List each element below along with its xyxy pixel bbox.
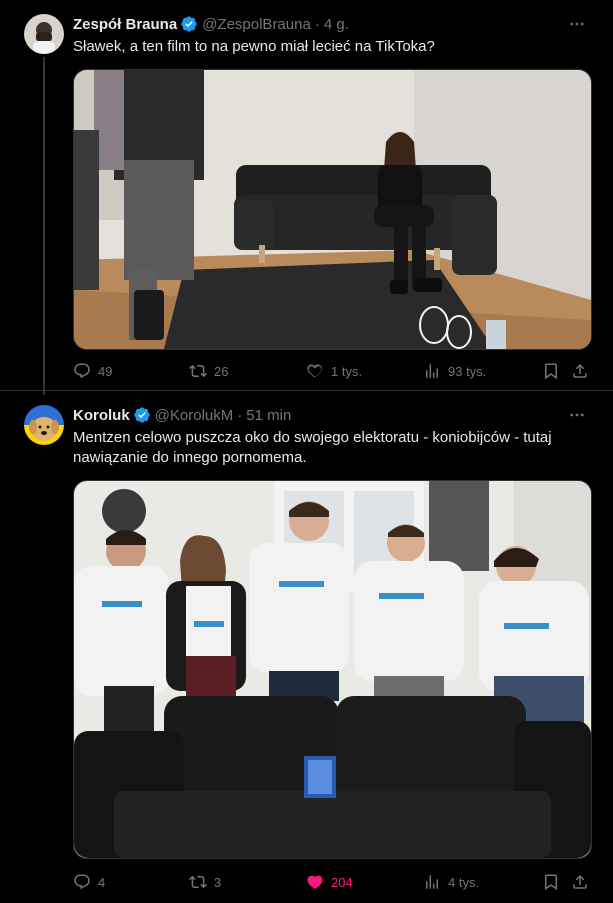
retweet-icon xyxy=(189,875,207,889)
more-options-icon[interactable] xyxy=(567,405,587,425)
like-button[interactable]: 204 xyxy=(306,872,353,892)
retweet-button[interactable]: 26 xyxy=(189,361,228,381)
avatar[interactable] xyxy=(24,405,64,445)
tweet-media-photo[interactable] xyxy=(73,480,592,859)
reply-icon xyxy=(74,874,90,890)
share-button[interactable] xyxy=(571,361,589,381)
verified-badge-icon xyxy=(181,16,197,32)
share-icon xyxy=(573,363,587,378)
like-button[interactable]: 1 tys. xyxy=(306,361,362,381)
reply-button[interactable]: 49 xyxy=(73,361,112,381)
like-count: 1 tys. xyxy=(331,363,363,379)
retweet-count: 26 xyxy=(214,363,229,379)
author-handle[interactable]: @ZespolBrauna xyxy=(202,16,311,33)
share-icon xyxy=(573,874,587,889)
views-button[interactable]: 93 tys. xyxy=(423,361,486,381)
views-count: 4 tys. xyxy=(448,874,480,890)
tweet-header: Zespół Brauna @ZespolBrauna · 4 g. xyxy=(73,14,349,34)
retweet-icon xyxy=(189,364,207,378)
tweet-timestamp[interactable]: 51 min xyxy=(246,407,291,424)
tweet[interactable]: Zespół Brauna @ZespolBrauna · 4 g. Sławe… xyxy=(0,0,613,390)
tweet-actions: 49 26 1 tys. 93 tys. xyxy=(73,361,593,381)
tweet-timestamp[interactable]: 4 g. xyxy=(324,16,349,33)
separator-dot: · xyxy=(237,406,243,424)
separator-dot: · xyxy=(314,15,320,33)
tweet-text: Mentzen celowo puszcza oko do swojego el… xyxy=(73,429,552,466)
tweet-media-photo[interactable] xyxy=(73,69,592,350)
author-name[interactable]: Koroluk xyxy=(73,407,130,424)
heart-filled-icon xyxy=(307,875,323,889)
reply-count: 4 xyxy=(98,874,106,890)
bookmark-button[interactable] xyxy=(542,361,560,381)
more-options-icon[interactable] xyxy=(567,14,587,34)
views-count: 93 tys. xyxy=(448,363,487,379)
heart-icon xyxy=(307,364,322,378)
reply-button[interactable]: 4 xyxy=(73,872,105,892)
share-button[interactable] xyxy=(571,872,589,892)
views-chart-icon xyxy=(426,875,438,889)
author-name[interactable]: Zespół Brauna xyxy=(73,16,177,33)
retweet-button[interactable]: 3 xyxy=(189,872,221,892)
views-chart-icon xyxy=(426,364,438,378)
reply-icon xyxy=(74,363,90,379)
views-button[interactable]: 4 tys. xyxy=(423,872,479,892)
retweet-count: 3 xyxy=(214,874,222,890)
tweet-header: Koroluk @KorolukM · 51 min xyxy=(73,405,291,425)
tweet-text: Sławek, a ten film to na pewno miał leci… xyxy=(73,38,435,55)
reply-count: 49 xyxy=(98,363,113,379)
bookmark-icon xyxy=(545,363,557,380)
tweet[interactable]: Koroluk @KorolukM · 51 min Mentzen celow… xyxy=(0,391,613,903)
bookmark-button[interactable] xyxy=(542,872,560,892)
author-handle[interactable]: @KorolukM xyxy=(155,407,234,424)
avatar[interactable] xyxy=(24,14,64,54)
tweet-actions: 4 3 204 4 tys. xyxy=(73,872,593,892)
like-count: 204 xyxy=(331,874,353,890)
bookmark-icon xyxy=(545,874,557,891)
verified-badge-icon xyxy=(133,407,150,423)
